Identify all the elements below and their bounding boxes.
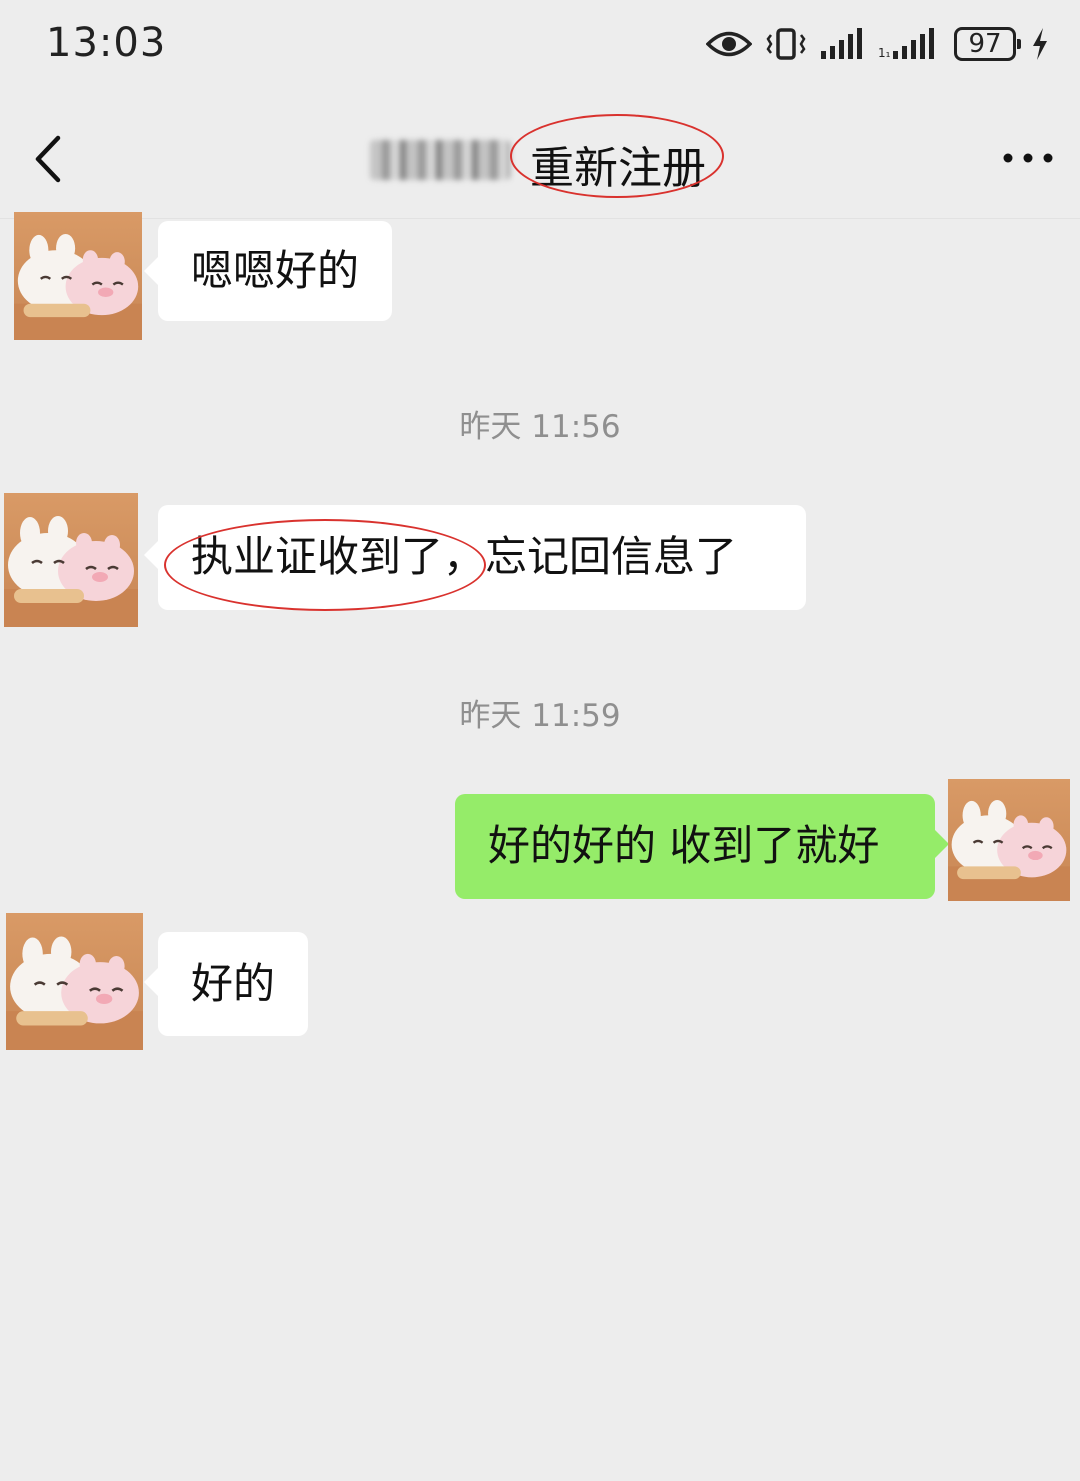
blurred-contact-name xyxy=(370,140,510,180)
more-dots-icon xyxy=(1003,153,1053,163)
chat-title-area: 重新注册 xyxy=(370,112,750,204)
self-avatar[interactable] xyxy=(948,779,1070,901)
chat-header: 重新注册 xyxy=(0,100,1080,219)
contact-avatar[interactable] xyxy=(14,212,142,340)
signal-icon: 1₁ xyxy=(878,27,940,61)
contact-avatar[interactable] xyxy=(4,493,138,627)
eye-icon xyxy=(706,29,752,59)
contact-avatar[interactable] xyxy=(6,913,143,1050)
plush-toy-image xyxy=(948,799,1070,901)
message-timestamp: 昨天 11:56 xyxy=(459,409,621,445)
plush-toy-image xyxy=(4,516,138,627)
signal-icon xyxy=(820,27,864,61)
message-timestamp: 昨天 11:59 xyxy=(459,698,621,734)
charging-icon xyxy=(1030,27,1050,61)
status-bar: 13:03 1₁ 97 xyxy=(0,0,1080,90)
message-bubble[interactable]: 执业证收到了，忘记回信息了 xyxy=(144,505,806,610)
chevron-left-icon xyxy=(35,135,61,183)
status-icons: 1₁ 97 xyxy=(706,20,1050,68)
message-bubble[interactable]: 好的 xyxy=(143,932,309,1036)
more-button[interactable] xyxy=(1000,138,1056,178)
message-bubble[interactable]: 嗯嗯好的 xyxy=(143,221,393,321)
back-button[interactable] xyxy=(20,126,80,192)
battery-icon: 97 xyxy=(954,27,1021,61)
svg-text:1₁: 1₁ xyxy=(878,46,891,60)
plush-toy-image xyxy=(6,936,143,1050)
plush-toy-image xyxy=(14,233,142,340)
message-bubble-sent[interactable]: 好的好的 收到了就好 xyxy=(455,794,949,899)
annotation-circle xyxy=(510,114,724,198)
status-time: 13:03 xyxy=(46,20,167,66)
vibrate-icon xyxy=(766,27,806,61)
